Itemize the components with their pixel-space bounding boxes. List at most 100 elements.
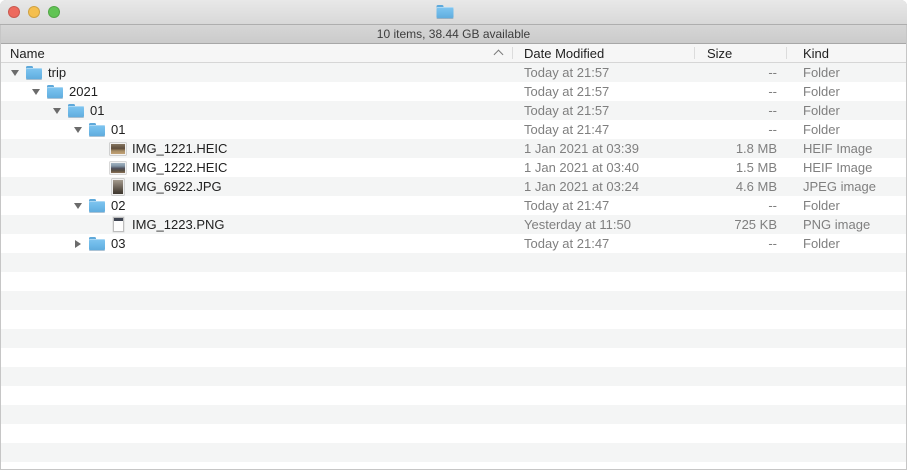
column-header-date-modified[interactable]: Date Modified — [513, 44, 695, 62]
item-name-label: 2021 — [69, 84, 98, 99]
disclosure-triangle[interactable] — [53, 108, 61, 114]
list-row[interactable]: IMG_1222.HEIC 1 Jan 2021 at 03:40 1.5 MB… — [0, 158, 907, 177]
column-header-kind-label: Kind — [803, 46, 829, 61]
indent-spacer — [0, 110, 51, 111]
list-row[interactable]: 2021 Today at 21:57 -- Folder — [0, 82, 907, 101]
column-header-name[interactable]: Name — [0, 44, 513, 62]
disclosure-triangle[interactable] — [75, 240, 81, 248]
disclosure-slot — [9, 70, 21, 76]
name-cell: trip — [0, 63, 513, 82]
disclosure-triangle[interactable] — [32, 89, 40, 95]
titlebar[interactable] — [0, 0, 907, 25]
item-name-label: IMG_1222.HEIC — [132, 160, 227, 175]
date-modified-cell: Today at 21:57 — [513, 84, 695, 99]
date-modified-cell: 1 Jan 2021 at 03:24 — [513, 179, 695, 194]
item-name-label: IMG_6922.JPG — [132, 179, 222, 194]
folder-icon — [47, 84, 63, 99]
kind-cell: PNG image — [787, 217, 907, 232]
date-modified-cell: Today at 21:57 — [513, 103, 695, 118]
indent-spacer — [0, 224, 93, 225]
kind-cell: Folder — [787, 198, 907, 213]
indent-spacer — [0, 72, 9, 73]
name-cell: 01 — [0, 120, 513, 139]
column-header-date-label: Date Modified — [524, 46, 604, 61]
folder-proxy-icon[interactable] — [436, 4, 453, 19]
thumb-jpeg-1 — [112, 179, 124, 195]
folder-icon — [26, 65, 42, 80]
item-name-label: 03 — [111, 236, 125, 251]
kind-cell: Folder — [787, 65, 907, 80]
kind-cell: HEIF Image — [787, 160, 907, 175]
item-icon-slot — [89, 120, 105, 139]
kind-cell: Folder — [787, 122, 907, 137]
disclosure-triangle[interactable] — [74, 127, 82, 133]
list-row[interactable]: IMG_6922.JPG 1 Jan 2021 at 03:24 4.6 MB … — [0, 177, 907, 196]
minimize-button[interactable] — [28, 6, 40, 18]
list-row[interactable]: trip Today at 21:57 -- Folder — [0, 63, 907, 82]
indent-spacer — [0, 129, 72, 130]
item-name-label: 01 — [90, 103, 104, 118]
list-row[interactable]: IMG_1221.HEIC 1 Jan 2021 at 03:39 1.8 MB… — [0, 139, 907, 158]
item-icon-slot — [68, 101, 84, 120]
indent-spacer — [0, 167, 93, 168]
item-icon-slot — [47, 82, 63, 101]
disclosure-triangle[interactable] — [11, 70, 19, 76]
date-modified-cell: 1 Jan 2021 at 03:39 — [513, 141, 695, 156]
statusbar: 10 items, 38.44 GB available — [0, 25, 907, 44]
kind-cell: JPEG image — [787, 179, 907, 194]
item-icon-slot — [110, 215, 126, 234]
folder-icon — [89, 236, 105, 251]
item-icon-slot — [89, 234, 105, 253]
disclosure-slot — [72, 203, 84, 209]
item-icon-slot — [110, 139, 126, 158]
kind-cell: Folder — [787, 84, 907, 99]
thumb-png-1 — [113, 217, 124, 232]
date-modified-cell: Today at 21:47 — [513, 198, 695, 213]
item-name-label: IMG_1223.PNG — [132, 217, 225, 232]
zoom-button[interactable] — [48, 6, 60, 18]
item-name-label: trip — [48, 65, 66, 80]
status-text: 10 items, 38.44 GB available — [377, 27, 530, 41]
name-cell: IMG_1223.PNG — [0, 215, 513, 234]
folder-icon — [436, 4, 453, 19]
column-header-kind[interactable]: Kind — [787, 44, 907, 62]
list-row[interactable]: 01 Today at 21:47 -- Folder — [0, 120, 907, 139]
list-row[interactable]: 03 Today at 21:47 -- Folder — [0, 234, 907, 253]
size-cell: -- — [695, 236, 787, 251]
thumb-heic-1 — [110, 143, 126, 155]
empty-row — [0, 253, 907, 272]
item-icon-slot — [26, 63, 42, 82]
date-modified-cell: Yesterday at 11:50 — [513, 217, 695, 232]
empty-row — [0, 424, 907, 443]
size-cell: 1.5 MB — [695, 160, 787, 175]
indent-spacer — [0, 148, 93, 149]
empty-row — [0, 291, 907, 310]
file-list: trip Today at 21:57 -- Folder 2021 Today… — [0, 63, 907, 469]
item-name-label: 02 — [111, 198, 125, 213]
name-cell: 01 — [0, 101, 513, 120]
empty-row — [0, 462, 907, 469]
item-icon-slot — [110, 177, 126, 196]
name-cell: IMG_1221.HEIC — [0, 139, 513, 158]
traffic-lights — [8, 6, 60, 18]
empty-row — [0, 386, 907, 405]
name-cell: 02 — [0, 196, 513, 215]
size-cell: 4.6 MB — [695, 179, 787, 194]
size-cell: -- — [695, 103, 787, 118]
size-cell: -- — [695, 122, 787, 137]
kind-cell: Folder — [787, 103, 907, 118]
column-header-name-label: Name — [10, 46, 45, 61]
disclosure-slot — [72, 127, 84, 133]
list-row[interactable]: 01 Today at 21:57 -- Folder — [0, 101, 907, 120]
column-header-size[interactable]: Size — [695, 44, 787, 62]
indent-spacer — [0, 91, 30, 92]
size-cell: 1.8 MB — [695, 141, 787, 156]
column-headers: Name Date Modified Size Kind — [0, 44, 907, 63]
close-button[interactable] — [8, 6, 20, 18]
item-icon-slot — [89, 196, 105, 215]
item-name-label: 01 — [111, 122, 125, 137]
indent-spacer — [0, 205, 72, 206]
list-row[interactable]: 02 Today at 21:47 -- Folder — [0, 196, 907, 215]
disclosure-triangle[interactable] — [74, 203, 82, 209]
list-row[interactable]: IMG_1223.PNG Yesterday at 11:50 725 KB P… — [0, 215, 907, 234]
